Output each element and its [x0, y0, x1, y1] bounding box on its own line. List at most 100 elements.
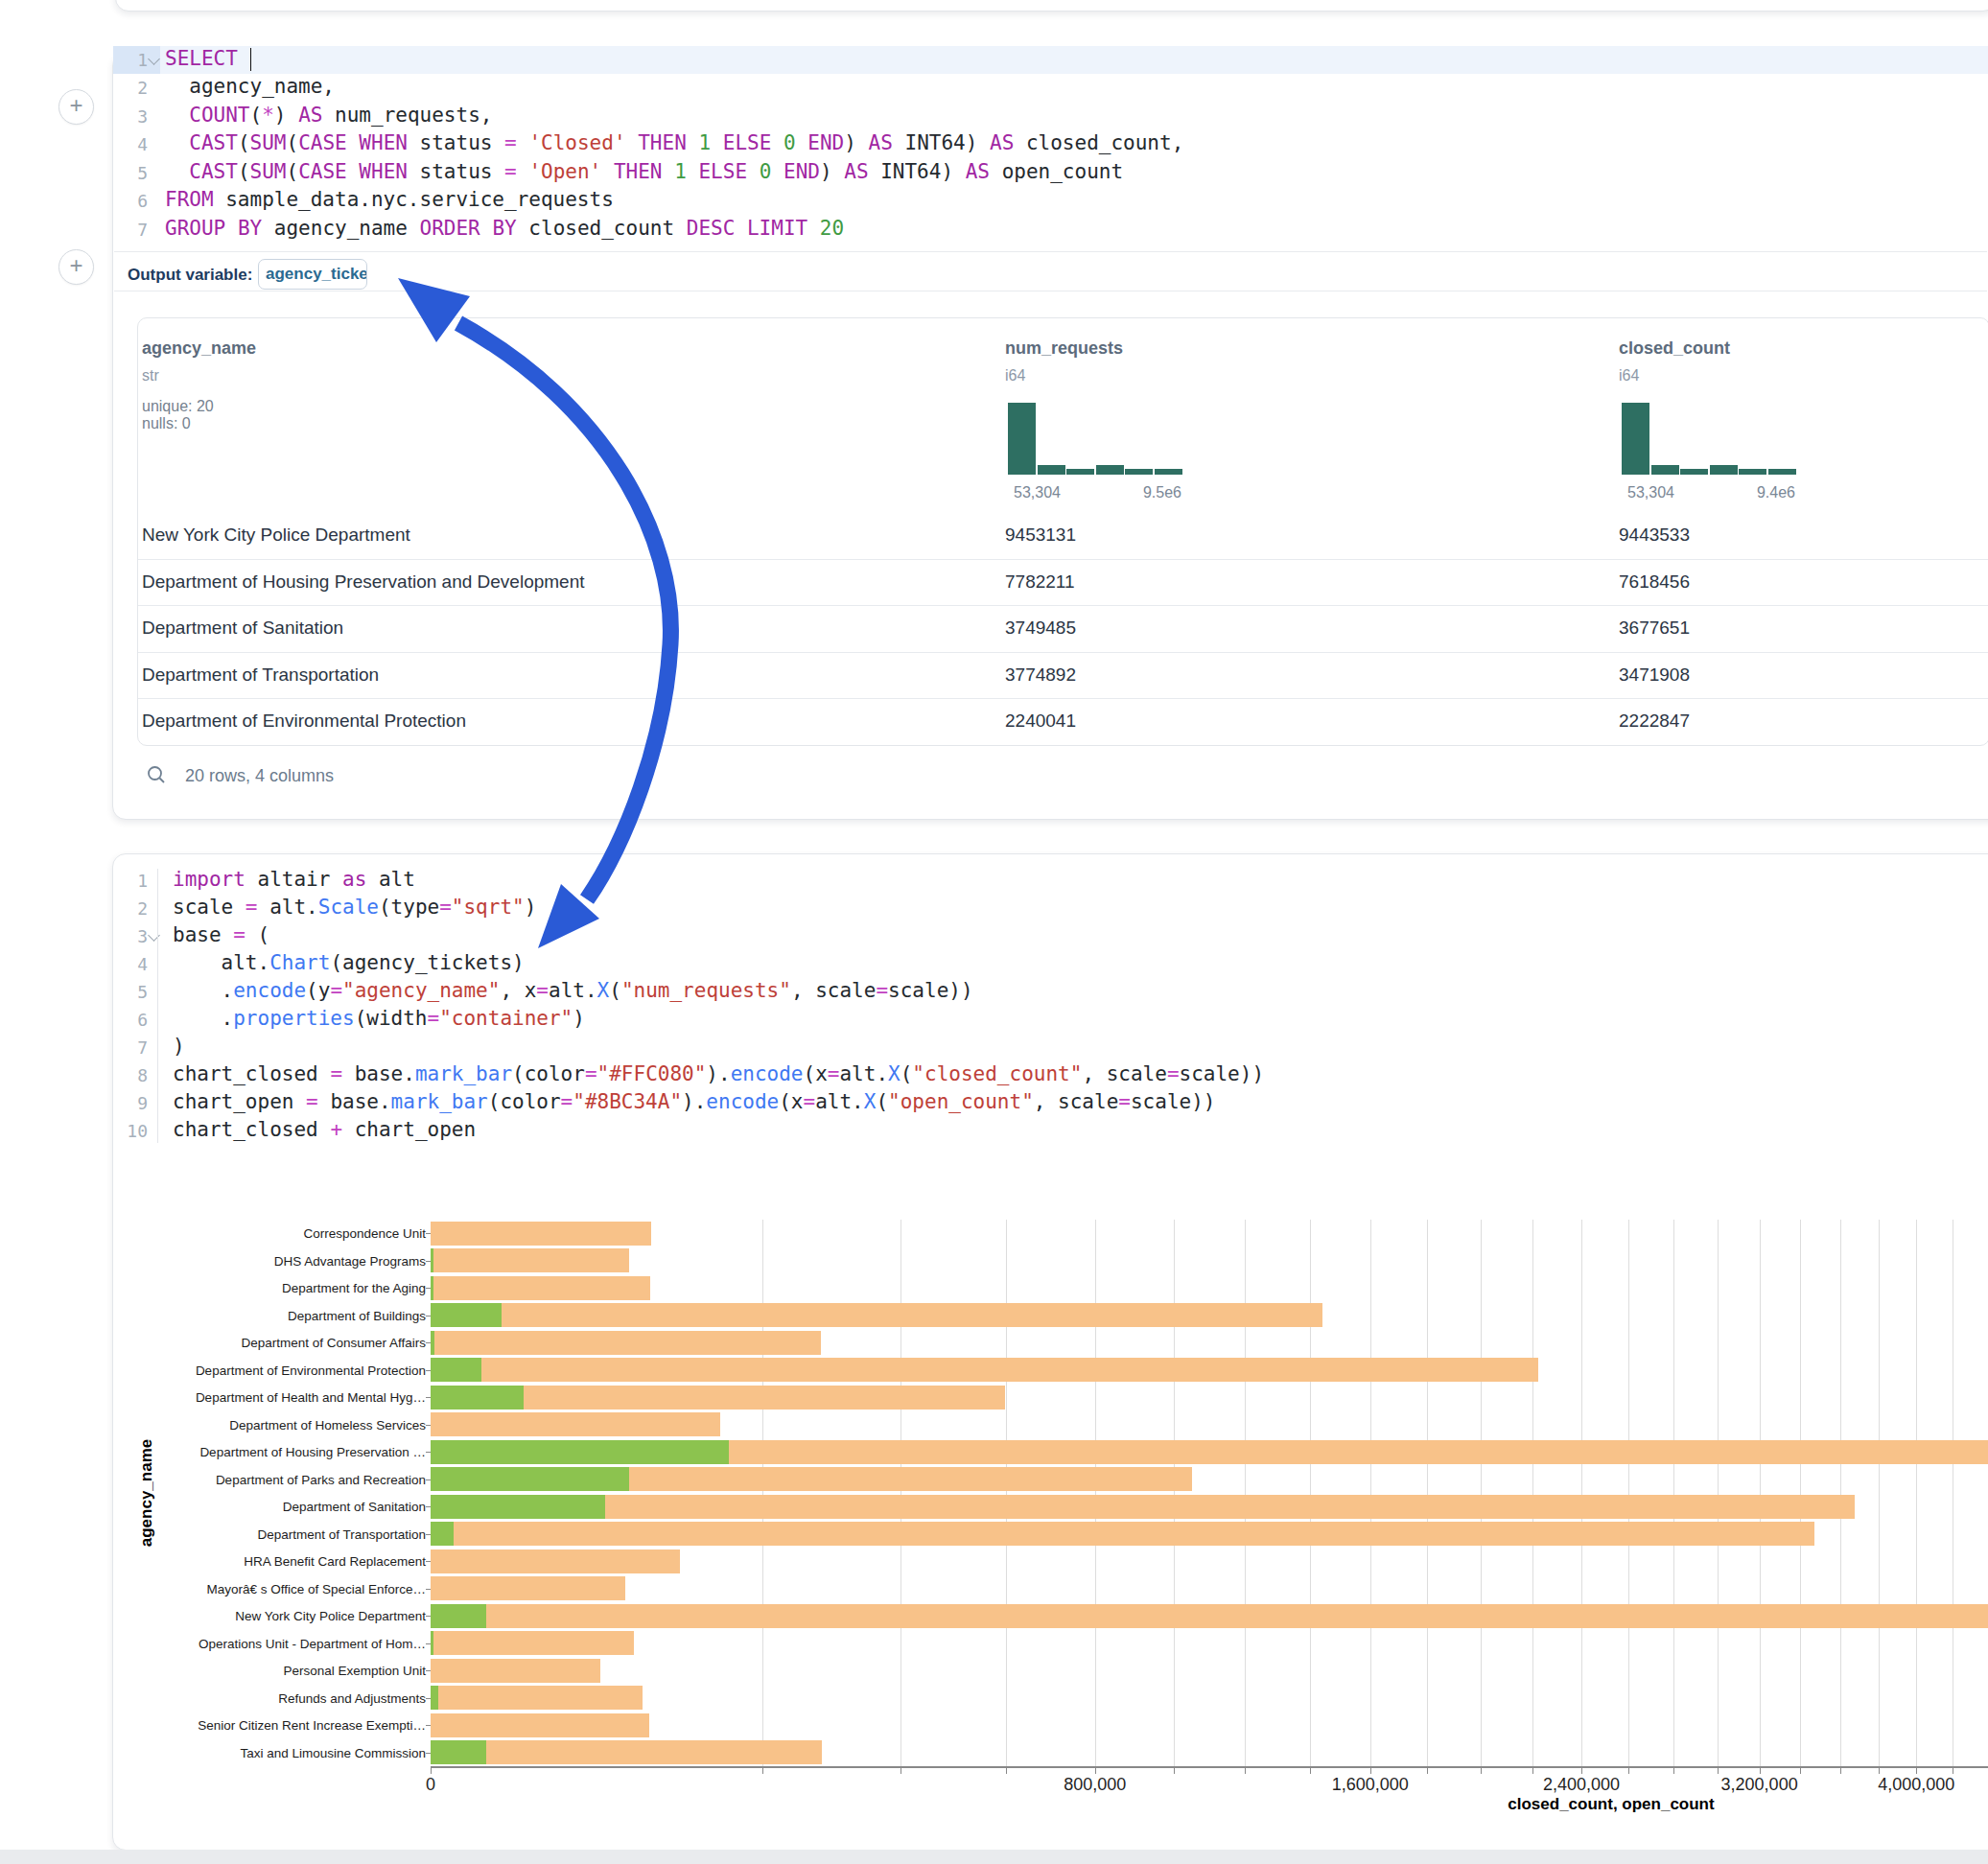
- code-line[interactable]: agency_name,: [165, 75, 335, 98]
- open-count-bar: [431, 1740, 486, 1764]
- row-separator: [138, 698, 1988, 699]
- open-count-bar: [431, 1248, 433, 1272]
- chart-gridline: [762, 1220, 763, 1766]
- y-axis-label: Operations Unit - Department of Hom…: [109, 1637, 426, 1651]
- code-line[interactable]: import altair as alt: [173, 868, 415, 891]
- open-count-bar: [431, 1440, 729, 1464]
- y-axis-label: Taxi and Limousine Commission: [109, 1746, 426, 1760]
- code-line[interactable]: CAST(SUM(CASE WHEN status = 'Open' THEN …: [165, 160, 1123, 183]
- histogram-max-label: 9.4e6: [1627, 484, 1795, 501]
- code-line[interactable]: CAST(SUM(CASE WHEN status = 'Closed' THE…: [165, 131, 1183, 154]
- code-line[interactable]: FROM sample_data.nyc.service_requests: [165, 188, 614, 211]
- closed-count-bar: [431, 1576, 625, 1600]
- y-axis-tick: [426, 1561, 431, 1562]
- histogram-bar: [1768, 469, 1796, 475]
- code-line[interactable]: .encode(y="agency_name", x=alt.X("num_re…: [173, 979, 973, 1002]
- divider: [114, 251, 1987, 252]
- line-number: 6: [115, 191, 148, 211]
- code-line[interactable]: chart_closed = base.mark_bar(color="#FFC…: [173, 1062, 1264, 1085]
- histogram-bar: [1651, 465, 1679, 475]
- code-line[interactable]: GROUP BY agency_name ORDER BY closed_cou…: [165, 217, 844, 240]
- x-axis-tick: [431, 1768, 432, 1774]
- output-variable-pill[interactable]: agency_tickets: [258, 259, 367, 290]
- line-number: 4: [115, 134, 148, 154]
- x-axis-tick-label: 2,400,000: [1524, 1775, 1639, 1795]
- column-header-name[interactable]: num_requests: [1005, 338, 1123, 359]
- code-line[interactable]: .properties(width="container"): [173, 1007, 585, 1030]
- chart-gridline: [1310, 1220, 1311, 1766]
- x-axis-tick: [1427, 1768, 1428, 1774]
- column-header-type: str: [142, 367, 159, 384]
- code-line[interactable]: base = (: [173, 923, 269, 946]
- chart-gridline: [1581, 1220, 1582, 1766]
- histogram-bar: [1038, 465, 1065, 475]
- chart-gridline: [1673, 1220, 1674, 1766]
- code-line[interactable]: scale = alt.Scale(type="sqrt"): [173, 896, 536, 919]
- x-axis-line: [431, 1766, 1988, 1768]
- x-axis-tick: [1095, 1768, 1096, 1774]
- closed-count-bar: [431, 1222, 651, 1246]
- line-number: 6: [115, 1010, 148, 1030]
- column-header-type: i64: [1619, 367, 1639, 384]
- code-line[interactable]: COUNT(*) AS num_requests,: [165, 104, 492, 127]
- closed-count-bar: [431, 1659, 600, 1683]
- open-count-bar: [431, 1631, 433, 1655]
- x-axis-tick: [762, 1768, 763, 1774]
- chart-gridline: [1800, 1220, 1801, 1766]
- chart-gridline: [1245, 1220, 1246, 1766]
- y-axis-tick: [426, 1452, 431, 1453]
- column-header-name[interactable]: agency_name: [142, 338, 256, 359]
- chart-gridline: [1879, 1220, 1880, 1766]
- x-axis-tick: [1628, 1768, 1629, 1774]
- y-axis-label: DHS Advantage Programs: [109, 1254, 426, 1269]
- open-count-bar: [431, 1686, 438, 1710]
- y-axis-label: Refunds and Adjustments: [109, 1691, 426, 1706]
- y-axis-tick: [426, 1370, 431, 1371]
- y-axis-tick: [426, 1534, 431, 1535]
- table-cell-closed_count: 7618456: [1619, 571, 1690, 593]
- x-axis-tick-label: 3,200,000: [1702, 1775, 1817, 1795]
- chart-gridline: [1916, 1220, 1917, 1766]
- x-axis-tick: [1245, 1768, 1246, 1774]
- y-axis-tick: [426, 1397, 431, 1398]
- table-cell-closed_count: 3677651: [1619, 617, 1690, 639]
- line-number: 7: [115, 220, 148, 240]
- y-axis-tick: [426, 1670, 431, 1671]
- histogram-bar: [1008, 403, 1036, 475]
- y-axis-tick: [426, 1753, 431, 1754]
- y-axis-tick: [426, 1288, 431, 1289]
- x-axis-tick: [1879, 1768, 1880, 1774]
- open-count-bar: [431, 1276, 433, 1300]
- code-line[interactable]: chart_open = base.mark_bar(color="#8BC34…: [173, 1090, 1215, 1113]
- code-line[interactable]: SELECT: [165, 47, 238, 70]
- y-axis-label: HRA Benefit Card Replacement: [109, 1554, 426, 1569]
- row-separator: [138, 559, 1988, 560]
- y-axis-tick: [426, 1616, 431, 1617]
- table-cell-agency_name: Department of Housing Preservation and D…: [142, 571, 585, 593]
- table-cell-agency_name: Department of Sanitation: [142, 617, 343, 639]
- closed-count-bar: [431, 1412, 720, 1436]
- histogram-bar: [1096, 465, 1124, 475]
- y-axis-tick: [426, 1643, 431, 1644]
- code-line[interactable]: alt.Chart(agency_tickets): [173, 951, 525, 974]
- x-axis-tick: [1760, 1768, 1761, 1774]
- x-axis-tick: [1370, 1768, 1371, 1774]
- table-cell-num_requests: 3749485: [1005, 617, 1076, 639]
- closed-count-bar: [431, 1686, 643, 1710]
- add-cell-button-output[interactable]: +: [58, 249, 94, 285]
- x-axis-tick: [1581, 1768, 1582, 1774]
- y-axis-label: Department of Transportation: [109, 1527, 426, 1542]
- column-header-name[interactable]: closed_count: [1619, 338, 1730, 359]
- code-line[interactable]: ): [173, 1035, 185, 1058]
- code-line[interactable]: chart_closed + chart_open: [173, 1118, 476, 1141]
- output-variable-label: Output variable:: [128, 266, 252, 285]
- search-icon[interactable]: [146, 764, 167, 785]
- add-cell-button-top[interactable]: +: [58, 89, 94, 125]
- y-axis-label: Personal Exemption Unit: [109, 1664, 426, 1678]
- closed-count-bar: [431, 1713, 649, 1737]
- open-count-bar: [431, 1358, 481, 1382]
- chart-gridline: [1095, 1220, 1096, 1766]
- y-axis-label: Senior Citizen Rent Increase Exempti…: [109, 1718, 426, 1733]
- chart-gridline: [1532, 1220, 1533, 1766]
- x-axis-title: closed_count, open_count: [1477, 1795, 1745, 1814]
